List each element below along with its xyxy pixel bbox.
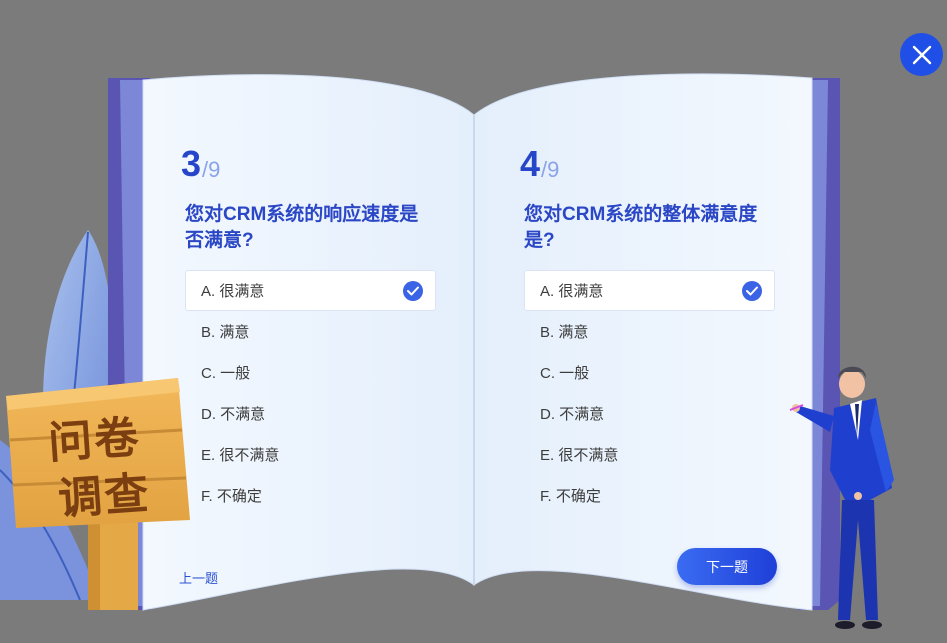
option-f[interactable]: F. 不确定 — [185, 475, 436, 516]
close-icon — [912, 45, 931, 64]
option-label: B. 满意 — [201, 324, 250, 341]
option-label: C. 一般 — [201, 365, 251, 382]
question-total: /9 — [541, 157, 560, 182]
option-label: F. 不确定 — [540, 488, 601, 505]
question-counter: 3 /9 — [181, 138, 443, 182]
option-c[interactable]: C. 一般 — [524, 352, 775, 393]
option-label: E. 很不满意 — [540, 447, 619, 464]
option-label: F. 不确定 — [201, 488, 262, 505]
option-a[interactable]: A. 很满意 — [185, 270, 436, 311]
survey-stage: 问卷 调查 3 /9 您对CRM系统的响应速度是否满意? A. 很满意 B. 满… — [0, 0, 947, 643]
option-e[interactable]: E. 很不满意 — [524, 434, 775, 475]
option-label: A. 很满意 — [540, 283, 604, 300]
option-label: B. 满意 — [540, 324, 589, 341]
option-d[interactable]: D. 不满意 — [185, 393, 436, 434]
option-label: D. 不满意 — [201, 406, 266, 423]
option-list: A. 很满意 B. 满意 C. 一般 D. 不满意 E. 很不满意 F. 不确定 — [185, 270, 436, 516]
question-page-right: 4 /9 您对CRM系统的整体满意度是? A. 很满意 B. 满意 C. 一般 … — [520, 138, 782, 516]
close-button[interactable] — [900, 33, 943, 76]
option-b[interactable]: B. 满意 — [524, 311, 775, 352]
option-c[interactable]: C. 一般 — [185, 352, 436, 393]
question-counter: 4 /9 — [520, 138, 782, 182]
option-e[interactable]: E. 很不满意 — [185, 434, 436, 475]
book-illustration — [0, 73, 894, 629]
check-icon — [742, 281, 762, 301]
option-b[interactable]: B. 满意 — [185, 311, 436, 352]
option-d[interactable]: D. 不满意 — [524, 393, 775, 434]
option-a[interactable]: A. 很满意 — [524, 270, 775, 311]
option-label: A. 很满意 — [201, 283, 265, 300]
question-number: 3 — [181, 143, 202, 184]
next-question-button[interactable]: 下一题 — [677, 548, 777, 585]
question-title: 您对CRM系统的整体满意度是? — [524, 204, 758, 251]
question-title: 您对CRM系统的响应速度是否满意? — [185, 204, 419, 251]
option-label: D. 不满意 — [540, 406, 605, 423]
sign-text-line2: 调查 — [56, 467, 152, 526]
question-total: /9 — [202, 157, 221, 182]
option-f[interactable]: F. 不确定 — [524, 475, 775, 516]
prev-question-link[interactable]: 上一题 — [179, 568, 218, 587]
option-label: E. 很不满意 — [201, 447, 280, 464]
check-icon — [403, 281, 423, 301]
option-label: C. 一般 — [540, 365, 590, 382]
question-number: 4 — [520, 143, 541, 184]
question-page-left: 3 /9 您对CRM系统的响应速度是否满意? A. 很满意 B. 满意 C. 一… — [181, 138, 443, 516]
option-list: A. 很满意 B. 满意 C. 一般 D. 不满意 E. 很不满意 F. 不确定 — [524, 270, 775, 516]
